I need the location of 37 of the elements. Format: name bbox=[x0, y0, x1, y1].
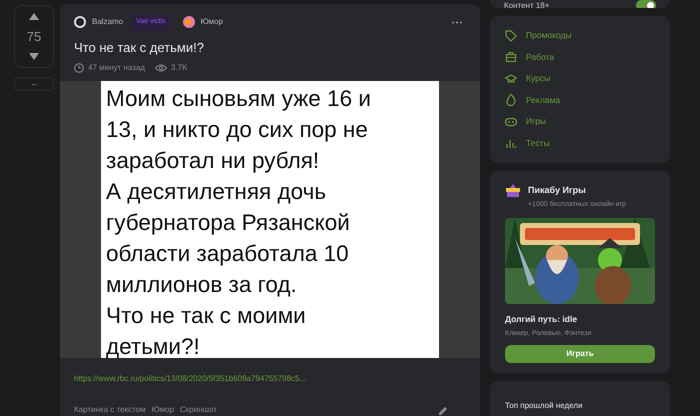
gamepad-icon bbox=[505, 116, 517, 128]
gift-icon bbox=[505, 184, 521, 197]
post-time: 47 минут назад bbox=[88, 62, 145, 74]
tag-icon bbox=[505, 30, 517, 42]
source-link[interactable]: https://www.rbc.ru/politics/13/08/2020/5f351b609a794755798c5... bbox=[60, 358, 480, 385]
screenshot-text: Моим сыновьям уже 16 и 13, и никто до сих пор не заработал ни рубля! А десятилетняя дочь губернатора Рязанской области заработала 10 миллионов за год. Что не так с моими детьми?! bbox=[101, 80, 439, 358]
setting-label: Контент 18+ bbox=[504, 1, 550, 8]
tag-link[interactable]: Юмор bbox=[152, 404, 174, 416]
menu-item[interactable]: Реклама bbox=[505, 89, 655, 111]
view-count: 3.7K bbox=[170, 62, 188, 74]
collapse-button[interactable]: – bbox=[14, 77, 54, 91]
menu-item[interactable]: Промокоды bbox=[505, 24, 655, 46]
author-link[interactable]: Balzamo bbox=[92, 16, 124, 28]
play-button[interactable]: Играть bbox=[505, 345, 655, 363]
community-link[interactable]: Юмор bbox=[200, 16, 223, 28]
downvote-icon[interactable] bbox=[29, 53, 39, 60]
edit-icon[interactable] bbox=[439, 406, 448, 414]
menu-item[interactable]: Игры bbox=[505, 110, 655, 132]
clock-icon bbox=[74, 62, 84, 72]
menu-item[interactable]: Тесты bbox=[505, 132, 655, 154]
upvote-icon[interactable] bbox=[29, 13, 39, 20]
bar-chart-icon bbox=[505, 137, 517, 149]
games-title[interactable]: Пикабу Игры bbox=[528, 184, 626, 198]
top-week-title: Топ прошлой недели bbox=[505, 401, 582, 410]
tag-link[interactable]: Скриншот bbox=[180, 404, 217, 416]
menu-item[interactable]: Курсы bbox=[505, 68, 655, 90]
more-icon[interactable] bbox=[452, 20, 462, 24]
vote-score: 75 bbox=[26, 30, 42, 43]
toggle-switch[interactable] bbox=[636, 0, 656, 8]
tag-link[interactable]: Картинка с текстом bbox=[74, 404, 146, 416]
game-title[interactable]: Долгий путь: idle bbox=[505, 312, 655, 326]
briefcase-icon bbox=[505, 51, 517, 63]
graduation-cap-icon bbox=[505, 72, 517, 84]
avatar-icon[interactable] bbox=[74, 16, 86, 28]
post-title[interactable]: Что не так с детьми!? bbox=[60, 30, 480, 56]
menu-item[interactable]: Работа bbox=[505, 46, 655, 68]
eye-icon bbox=[154, 64, 167, 72]
